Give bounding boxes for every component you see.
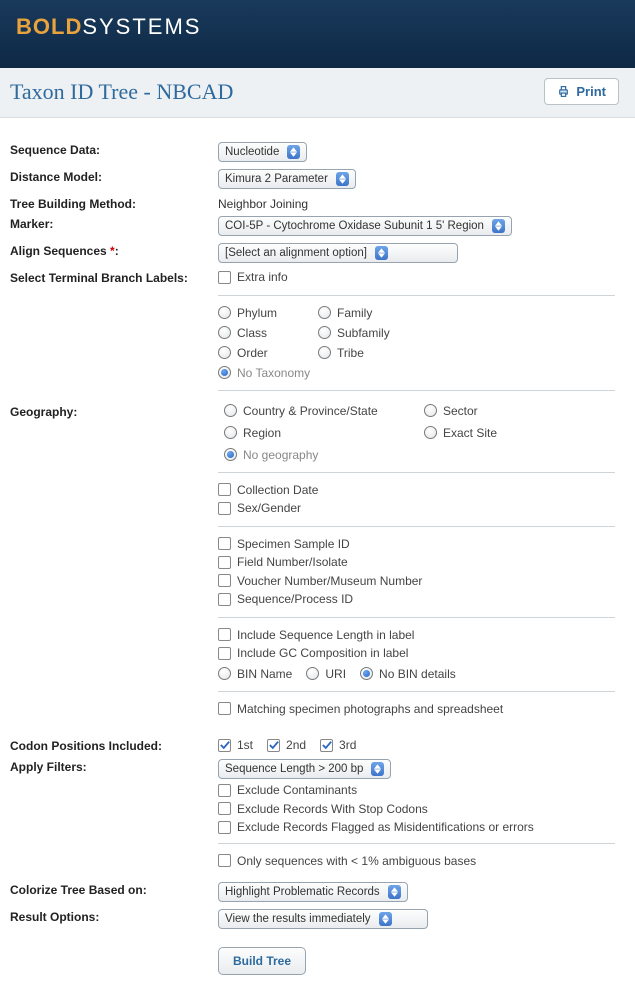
label-geography: Geography:: [10, 402, 218, 419]
label-apply-filters: Apply Filters:: [10, 757, 218, 774]
brand-systems: SYSTEMS: [82, 14, 201, 39]
label-distance-model: Distance Model:: [10, 167, 218, 184]
codon-1st-checkbox[interactable]: 1st: [218, 738, 253, 752]
brand-bold: BOLD: [16, 14, 82, 39]
colorize-select[interactable]: Highlight Problematic Records: [218, 882, 408, 902]
codon-2nd-checkbox[interactable]: 2nd: [267, 738, 306, 752]
exclude-stop-codons-checkbox[interactable]: Exclude Records With Stop Codons: [218, 802, 428, 816]
filter-select[interactable]: Sequence Length > 200 bp: [218, 759, 391, 779]
label-align-sequences: Align Sequences *:: [10, 241, 218, 258]
geography-exact-radio[interactable]: Exact Site: [424, 426, 574, 440]
label-result-options: Result Options:: [10, 907, 218, 924]
geography-none-radio[interactable]: No geography: [224, 448, 574, 462]
align-sequences-select[interactable]: [Select an alignment option]: [218, 243, 458, 263]
chevron-updown-icon: [379, 912, 392, 926]
sequence-data-select[interactable]: Nucleotide: [218, 142, 307, 162]
select-value: Highlight Problematic Records: [225, 886, 386, 898]
distance-model-select[interactable]: Kimura 2 Parameter: [218, 169, 356, 189]
chevron-updown-icon: [287, 145, 300, 159]
taxonomy-subfamily-radio[interactable]: Subfamily: [318, 326, 418, 340]
result-options-select[interactable]: View the results immediately: [218, 909, 428, 929]
label-codon-positions: Codon Positions Included:: [10, 736, 218, 753]
chevron-updown-icon: [336, 172, 349, 186]
label-colorize: Colorize Tree Based on:: [10, 880, 218, 897]
page-title: Taxon ID Tree - NBCAD: [10, 79, 233, 105]
taxonomy-family-radio[interactable]: Family: [318, 306, 418, 320]
app-header: BOLDSYSTEMS: [0, 0, 635, 68]
select-value: Kimura 2 Parameter: [225, 173, 334, 185]
codon-3rd-checkbox[interactable]: 3rd: [320, 738, 356, 752]
label-tree-method: Tree Building Method:: [10, 194, 218, 211]
taxonomy-order-radio[interactable]: Order: [218, 346, 318, 360]
sex-gender-checkbox[interactable]: Sex/Gender: [218, 501, 301, 515]
bin-name-radio[interactable]: BIN Name: [218, 667, 292, 681]
chevron-updown-icon: [492, 219, 505, 233]
select-value: [Select an alignment option]: [225, 247, 373, 259]
taxonomy-phylum-radio[interactable]: Phylum: [218, 306, 318, 320]
label-sequence-data: Sequence Data:: [10, 140, 218, 157]
print-icon: [557, 85, 570, 98]
exclude-flagged-checkbox[interactable]: Exclude Records Flagged as Misidentifica…: [218, 820, 534, 834]
taxonomy-class-radio[interactable]: Class: [218, 326, 318, 340]
taxonomy-none-radio[interactable]: No Taxonomy: [218, 366, 418, 380]
sample-id-checkbox[interactable]: Specimen Sample ID: [218, 537, 350, 551]
matching-specimen-checkbox[interactable]: Matching specimen photographs and spread…: [218, 702, 503, 716]
select-value: Sequence Length > 200 bp: [225, 763, 369, 775]
tree-method-value: Neighbor Joining: [218, 194, 615, 211]
chevron-updown-icon: [371, 762, 384, 776]
process-id-checkbox[interactable]: Sequence/Process ID: [218, 592, 353, 606]
bin-uri-radio[interactable]: URI: [306, 667, 346, 681]
build-tree-button[interactable]: Build Tree: [218, 947, 306, 975]
print-label: Print: [576, 84, 606, 99]
taxonomy-tribe-radio[interactable]: Tribe: [318, 346, 418, 360]
select-value: Nucleotide: [225, 146, 285, 158]
label-terminal-branch: Select Terminal Branch Labels:: [10, 268, 218, 285]
extra-info-checkbox[interactable]: Extra info: [218, 270, 288, 284]
no-bin-radio[interactable]: No BIN details: [360, 667, 456, 681]
form-content: Sequence Data: Nucleotide Distance Model…: [0, 118, 635, 998]
gc-comp-checkbox[interactable]: Include GC Composition in label: [218, 646, 408, 660]
seq-length-label-checkbox[interactable]: Include Sequence Length in label: [218, 628, 414, 642]
chevron-updown-icon: [375, 246, 388, 260]
marker-select[interactable]: COI-5P - Cytochrome Oxidase Subunit 1 5'…: [218, 216, 512, 236]
print-button[interactable]: Print: [544, 78, 619, 105]
geography-country-radio[interactable]: Country & Province/State: [224, 404, 424, 418]
brand-logo: BOLDSYSTEMS: [16, 14, 619, 40]
label-marker: Marker:: [10, 214, 218, 231]
chevron-updown-icon: [388, 885, 401, 899]
collection-date-checkbox[interactable]: Collection Date: [218, 483, 318, 497]
field-number-checkbox[interactable]: Field Number/Isolate: [218, 555, 348, 569]
voucher-checkbox[interactable]: Voucher Number/Museum Number: [218, 574, 422, 588]
title-bar: Taxon ID Tree - NBCAD Print: [0, 68, 635, 118]
select-value: View the results immediately: [225, 913, 377, 925]
ambiguous-bases-checkbox[interactable]: Only sequences with < 1% ambiguous bases: [218, 854, 476, 868]
select-value: COI-5P - Cytochrome Oxidase Subunit 1 5'…: [225, 220, 490, 232]
geography-region-radio[interactable]: Region: [224, 426, 424, 440]
exclude-contaminants-checkbox[interactable]: Exclude Contaminants: [218, 783, 357, 797]
geography-sector-radio[interactable]: Sector: [424, 404, 574, 418]
